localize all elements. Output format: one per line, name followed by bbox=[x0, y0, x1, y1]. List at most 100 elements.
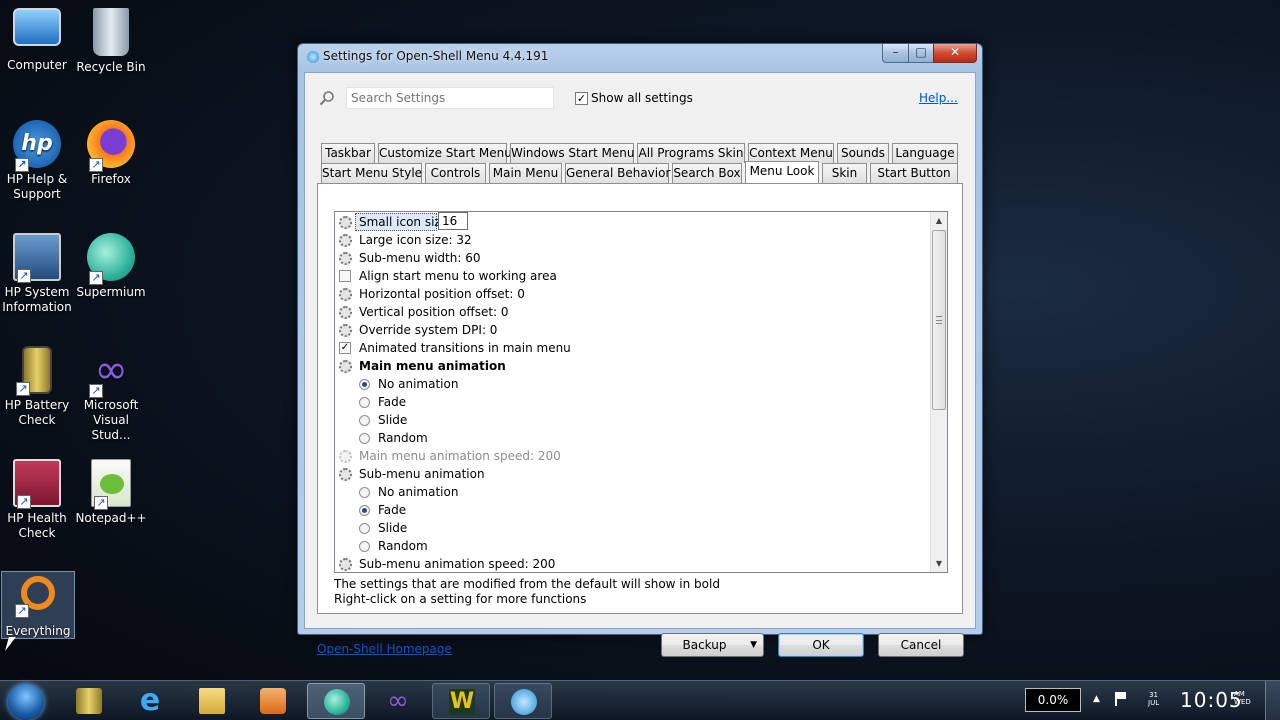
settings-window: Settings for Open-Shell Menu 4.4.191 – □… bbox=[297, 43, 983, 657]
gear-icon bbox=[339, 468, 352, 481]
folder-icon bbox=[199, 688, 225, 714]
tab-taskbar[interactable]: Taskbar bbox=[321, 143, 375, 163]
show-desktop-button[interactable] bbox=[1265, 681, 1280, 720]
tab-customize-start-menu[interactable]: Customize Start Menu bbox=[378, 143, 512, 163]
backup-button[interactable]: Backup ▼ bbox=[661, 633, 764, 657]
desktop-icon-everything[interactable]: ↗ Everything bbox=[1, 571, 75, 639]
tab-sounds[interactable]: Sounds bbox=[837, 143, 889, 163]
open-shell-icon bbox=[511, 689, 537, 715]
tab-start-button[interactable]: Start Button bbox=[870, 163, 958, 183]
radio-button[interactable] bbox=[359, 541, 370, 552]
setting-label: Sub-menu animation speed: 200 bbox=[359, 557, 556, 571]
desktop-icon-hp-help[interactable]: hp ↗ HP Help & Support bbox=[0, 120, 74, 202]
desktop-icon-supermium[interactable]: ↗ Supermium bbox=[74, 233, 148, 300]
battery-icon: ↗ bbox=[16, 346, 52, 396]
tab-windows-start-menu[interactable]: Windows Start Menu bbox=[510, 143, 634, 163]
homepage-link[interactable]: Open-Shell Homepage bbox=[317, 642, 452, 656]
tab-all-programs-skin[interactable]: All Programs Skin bbox=[637, 143, 745, 163]
desktop-icon-hp-health[interactable]: ↗ HP Health Check bbox=[0, 459, 74, 541]
tab-search-box[interactable]: Search Box bbox=[672, 163, 742, 183]
search-input[interactable] bbox=[346, 87, 554, 109]
setting-label: Main menu animation speed: 200 bbox=[359, 449, 561, 463]
checkbox[interactable] bbox=[339, 270, 351, 282]
backup-label: Backup bbox=[682, 638, 727, 652]
close-button[interactable]: ✕ bbox=[933, 44, 977, 63]
minimize-button[interactable]: – bbox=[882, 44, 909, 63]
title-bar[interactable]: Settings for Open-Shell Menu 4.4.191 – □… bbox=[298, 44, 982, 70]
gear-icon bbox=[339, 450, 352, 463]
desktop-icon-label: Everything bbox=[5, 624, 71, 638]
window-client-area: ✓ Show all settings Help... Taskbar Cust… bbox=[304, 72, 976, 657]
tab-language[interactable]: Language bbox=[892, 143, 958, 163]
start-button[interactable] bbox=[8, 684, 44, 720]
mouse-cursor-icon bbox=[5, 637, 16, 651]
checkbox[interactable]: ✓ bbox=[339, 342, 351, 354]
show-all-label: Show all settings bbox=[591, 91, 693, 105]
desktop-icon-label: Recycle Bin bbox=[76, 60, 146, 74]
vertical-scrollbar[interactable]: ▲ ▼ bbox=[930, 212, 947, 572]
tab-main-menu[interactable]: Main Menu bbox=[489, 163, 562, 183]
desktop-icon-visual-studio[interactable]: ∞ ↗ Microsoft Visual Stud... bbox=[74, 346, 148, 443]
radio-button[interactable] bbox=[359, 379, 370, 390]
radio-button[interactable] bbox=[359, 523, 370, 534]
desktop-icon-firefox[interactable]: ↗ Firefox bbox=[74, 120, 148, 187]
option-label: Slide bbox=[378, 521, 408, 535]
scrollbar-thumb[interactable] bbox=[932, 230, 946, 410]
tab-context-menu[interactable]: Context Menu bbox=[748, 143, 834, 163]
taskbar-app-winamp[interactable]: W bbox=[432, 683, 490, 719]
desktop-icon-notepad-plus-plus[interactable]: ↗ Notepad++ bbox=[74, 459, 148, 526]
tab-skin[interactable]: Skin bbox=[822, 163, 867, 183]
option-label: No animation bbox=[378, 377, 459, 391]
radio-button[interactable] bbox=[359, 505, 370, 516]
radio-button[interactable] bbox=[359, 487, 370, 498]
taskbar-app-internet-explorer[interactable]: e bbox=[121, 683, 179, 719]
show-all-checkbox[interactable]: ✓ bbox=[575, 92, 588, 105]
small-icon-size-input[interactable]: 16 bbox=[438, 212, 468, 230]
settings-list[interactable]: Small icon size 16 Large icon size: 32 S… bbox=[334, 211, 948, 573]
setting-label: Override system DPI: 0 bbox=[359, 323, 498, 337]
ok-button[interactable]: OK bbox=[778, 633, 864, 657]
taskbar-app-visual-studio[interactable]: ∞ bbox=[369, 683, 427, 719]
desktop-icon-computer[interactable]: Computer bbox=[0, 8, 74, 73]
desktop-icon-label: HP Battery Check bbox=[4, 398, 70, 427]
visual-studio-icon: ∞ ↗ bbox=[87, 346, 135, 398]
taskbar-app-battery[interactable] bbox=[60, 683, 118, 719]
tab-controls[interactable]: Controls bbox=[425, 163, 486, 183]
scroll-down-arrow-icon[interactable]: ▼ bbox=[931, 555, 947, 572]
desktop-icon-hp-battery[interactable]: ↗ HP Battery Check bbox=[0, 346, 74, 428]
radio-button[interactable] bbox=[359, 433, 370, 444]
taskbar-app-open-shell-settings[interactable] bbox=[494, 683, 552, 719]
option-label: Random bbox=[378, 539, 428, 553]
desktop-icon-hp-system-info[interactable]: ↗ HP System Information bbox=[0, 233, 74, 315]
maximize-button[interactable]: □ bbox=[908, 44, 934, 63]
scroll-up-arrow-icon[interactable]: ▲ bbox=[931, 212, 947, 229]
taskbar-app-explorer[interactable] bbox=[183, 683, 241, 719]
taskbar-app-media-player[interactable] bbox=[244, 683, 302, 719]
gear-icon bbox=[339, 558, 352, 571]
radio-button[interactable] bbox=[359, 415, 370, 426]
radio-button[interactable] bbox=[359, 397, 370, 408]
close-icon: ✕ bbox=[949, 45, 961, 59]
tab-general-behavior[interactable]: General Behavior bbox=[565, 163, 670, 183]
clock-date[interactable]: 31 JUL bbox=[1148, 691, 1159, 707]
hp-logo-icon: hp ↗ bbox=[13, 120, 61, 172]
option-label: Fade bbox=[378, 395, 407, 409]
setting-label: Align start menu to working area bbox=[359, 269, 557, 283]
cancel-button[interactable]: Cancel bbox=[878, 633, 964, 657]
tab-menu-look[interactable]: Menu Look bbox=[745, 161, 819, 183]
tab-start-menu-style[interactable]: Start Menu Style bbox=[321, 163, 422, 183]
desktop-icon-label: Microsoft Visual Stud... bbox=[83, 398, 139, 442]
cpu-usage-meter[interactable]: 0.0% bbox=[1025, 688, 1081, 712]
gear-icon bbox=[339, 288, 352, 301]
setting-small-icon-size[interactable]: Small icon size 16 bbox=[335, 212, 929, 231]
setting-label: Sub-menu width: 60 bbox=[359, 251, 481, 265]
battery-icon bbox=[76, 688, 102, 714]
desktop-icon-recycle-bin[interactable]: Recycle Bin bbox=[74, 8, 148, 75]
setting-label: Main menu animation bbox=[359, 359, 506, 373]
taskbar-app-supermium[interactable] bbox=[307, 683, 365, 719]
help-link[interactable]: Help... bbox=[919, 91, 958, 105]
show-hidden-icons-button[interactable]: ▲ bbox=[1093, 694, 1100, 704]
action-center-flag-icon[interactable] bbox=[1115, 692, 1127, 706]
gear-icon bbox=[339, 252, 352, 265]
gear-icon bbox=[339, 306, 352, 319]
